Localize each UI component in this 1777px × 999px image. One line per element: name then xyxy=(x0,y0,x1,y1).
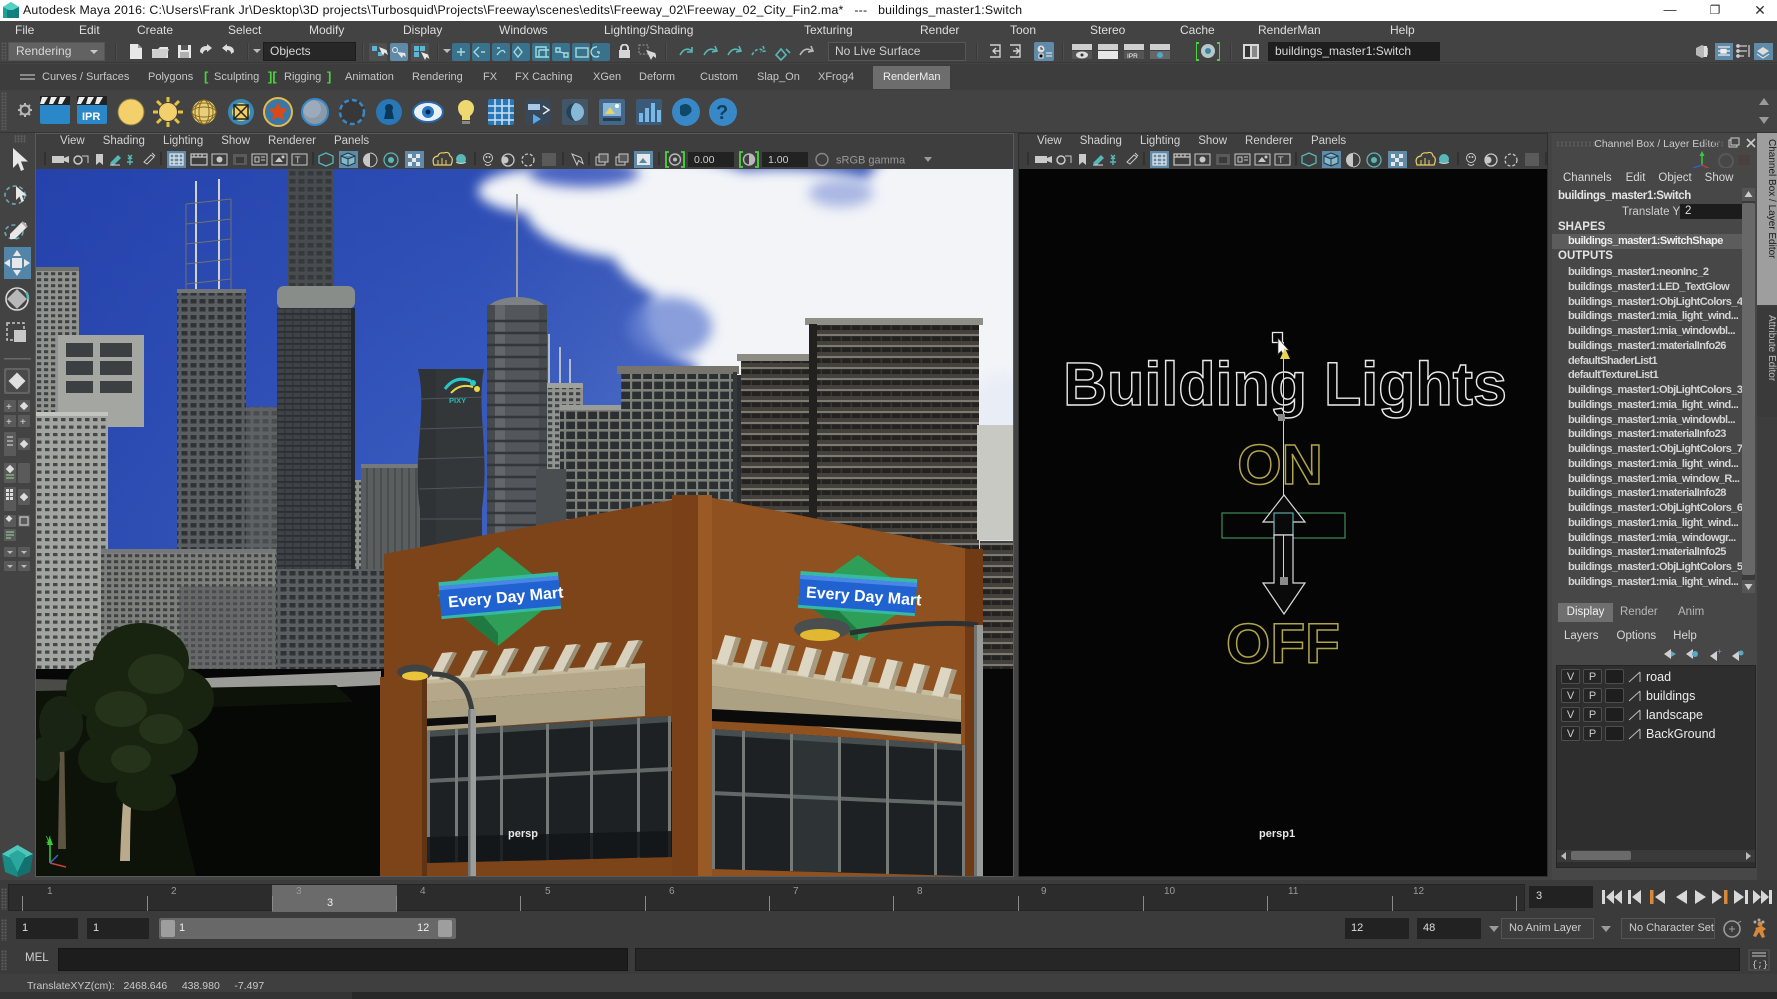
svg-text:ON: ON xyxy=(1237,433,1323,497)
svg-text:y: y xyxy=(46,833,51,843)
svg-text:IPR: IPR xyxy=(82,111,100,123)
svg-text:OFF: OFF xyxy=(1226,612,1340,676)
svg-text:?: ? xyxy=(716,102,728,124)
svg-text:+: + xyxy=(6,402,12,413)
svg-text:+: + xyxy=(6,417,12,428)
svg-text:+: + xyxy=(20,417,26,428)
svg-text:+: + xyxy=(1717,647,1722,656)
svg-text:{;}: {;} xyxy=(1752,960,1768,970)
svg-text:IPR: IPR xyxy=(1127,53,1138,60)
svg-text:PIXY: PIXY xyxy=(449,396,466,405)
svg-text:Building Lights: Building Lights xyxy=(1063,350,1507,418)
